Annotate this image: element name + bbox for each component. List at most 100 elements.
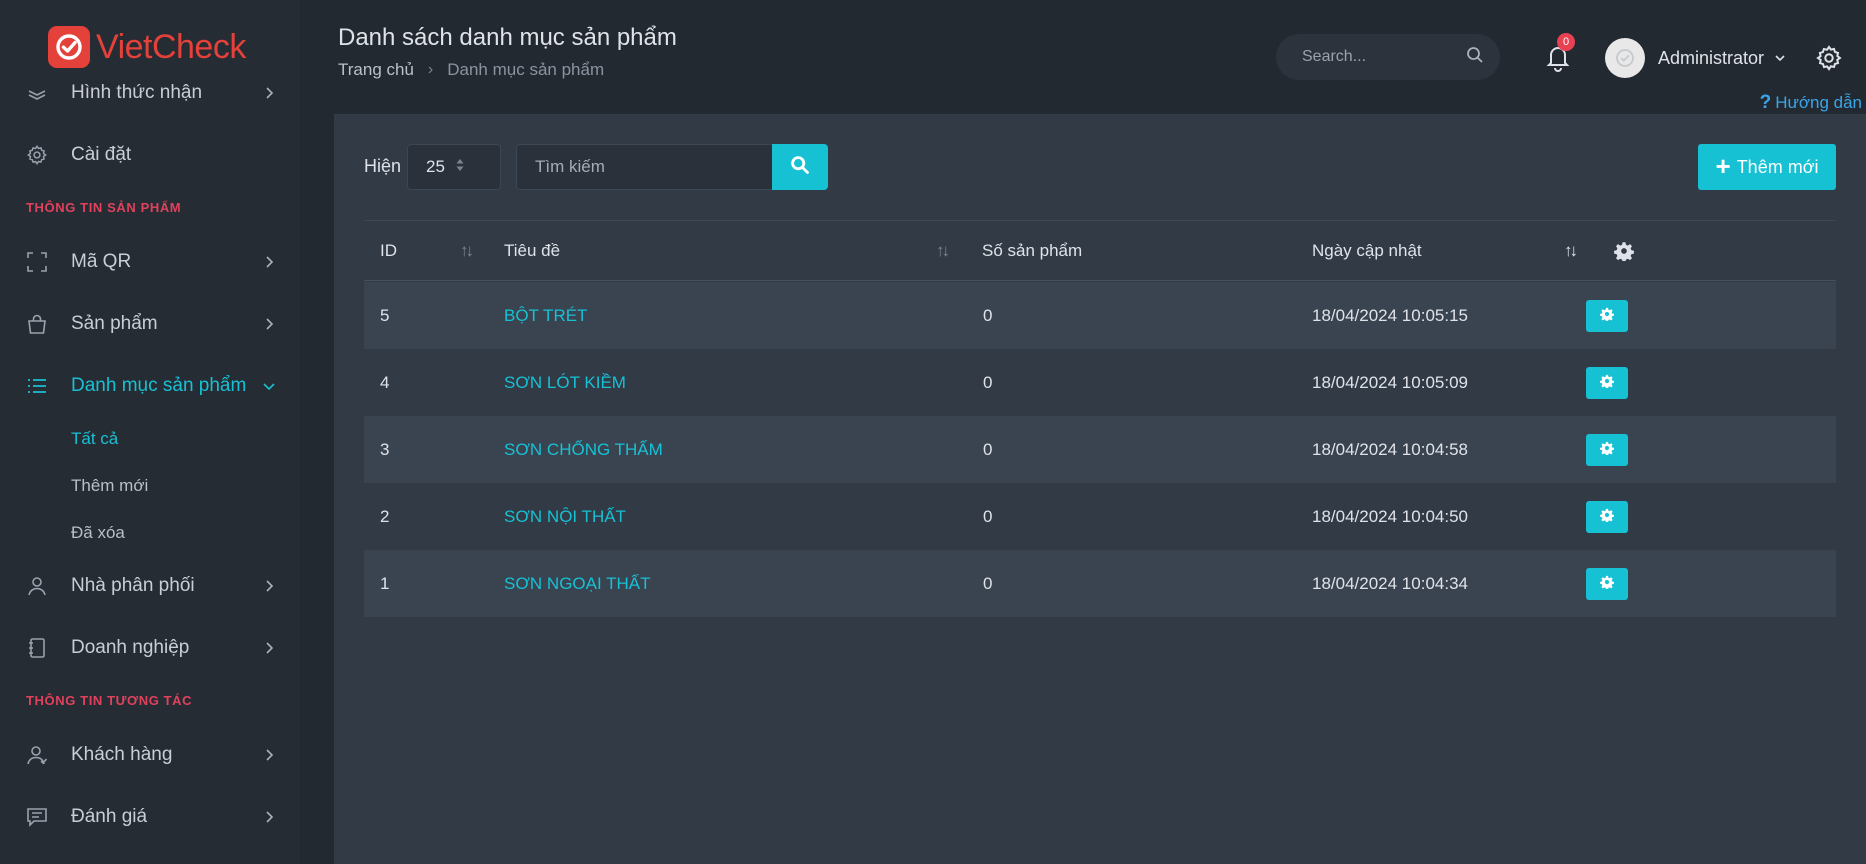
sort-icon[interactable]: ↑↓	[936, 221, 950, 281]
plus-icon: +	[1715, 151, 1731, 181]
avatar	[1605, 38, 1645, 78]
sidebar-item-label: Doanh nghiệp	[71, 637, 190, 658]
cell-title-link[interactable]: SƠN NỘI THẤT	[504, 483, 626, 550]
gear-icon	[1600, 508, 1614, 527]
row-actions-button[interactable]	[1586, 300, 1628, 332]
content-panel: Hiện 25 + Thêm mới ID ↑↓ Tiêu đề ↑↓ Số s…	[334, 114, 1866, 864]
user-menu[interactable]: Administrator	[1605, 38, 1786, 78]
gear-icon	[1600, 374, 1614, 393]
chevron-down-icon	[262, 376, 276, 396]
sidebar-item-label: Danh mục sản phẩm	[71, 375, 247, 396]
brand-name: VietCheck	[96, 27, 246, 66]
chevron-right-icon	[262, 314, 276, 334]
notification-badge: 0	[1557, 33, 1575, 51]
sidebar-item-danh-gia[interactable]: Đánh giá	[26, 797, 276, 837]
sidebar-item-label: Hình thức nhận	[71, 82, 203, 103]
cell-updated: 18/04/2024 10:04:34	[1312, 573, 1468, 593]
submenu-add-new[interactable]: Thêm mới	[71, 476, 148, 496]
table-header: ID ↑↓ Tiêu đề ↑↓ Số sản phẩm Ngày cập nh…	[364, 221, 1836, 281]
cell-title-link[interactable]: SƠN NGOẠI THẤT	[504, 550, 651, 617]
global-search-input[interactable]	[1302, 48, 1466, 66]
vietcheck-logo[interactable]: VietCheck	[48, 26, 246, 68]
settings-gear-icon[interactable]	[1815, 44, 1843, 72]
sidebar-item-label: Cài đặt	[71, 144, 132, 165]
sort-icon[interactable]: ↑↓	[460, 221, 474, 281]
sidebar-item-san-pham[interactable]: Sản phẩm	[26, 304, 276, 344]
row-actions-button[interactable]	[1586, 434, 1628, 466]
sort-active-icon[interactable]: ↑↓	[1564, 221, 1578, 281]
chevron-right-icon	[262, 83, 276, 103]
row-actions-button[interactable]	[1586, 367, 1628, 399]
qr-scan-icon	[26, 250, 56, 274]
sort-caret-icon	[455, 157, 484, 177]
cell-updated: 18/04/2024 10:05:09	[1312, 372, 1468, 392]
search-icon[interactable]	[1466, 46, 1484, 69]
sidebar-item-ma-qr[interactable]: Mã QR	[26, 242, 276, 282]
section-interaction-info: THÔNG TIN TƯƠNG TÁC	[26, 693, 193, 708]
table-row: 1 SƠN NGOẠI THẤT 0 18/04/2024 10:04:34	[364, 550, 1836, 617]
table-row: 3 SƠN CHỐNG THẤM 0 18/04/2024 10:04:58	[364, 416, 1836, 483]
sidebar: VietCheck Hình thức nhận Cài đặt THÔNG T…	[0, 0, 300, 864]
gear-icon	[1600, 441, 1614, 460]
chevron-right-icon	[262, 252, 276, 272]
sidebar-item-cai-dat[interactable]: Cài đặt	[26, 135, 276, 175]
keyword-search-button[interactable]	[772, 144, 828, 190]
help-label: Hướng dẫn	[1775, 93, 1862, 112]
list-icon	[26, 374, 56, 398]
global-search	[1276, 34, 1500, 80]
sidebar-item-nha-phan-phoi[interactable]: Nhà phân phối	[26, 566, 276, 606]
submenu-all[interactable]: Tất cả	[71, 429, 118, 449]
submenu-deleted[interactable]: Đã xóa	[71, 523, 125, 543]
cell-updated: 18/04/2024 10:04:58	[1312, 439, 1468, 459]
column-settings-gear-icon[interactable]	[1604, 221, 1644, 281]
question-icon: ?	[1759, 92, 1772, 113]
sidebar-item-danh-muc-san-pham[interactable]: Danh mục sản phẩm	[26, 366, 276, 406]
cell-count: 0	[983, 506, 993, 526]
cell-title-link[interactable]: SƠN LÓT KIỀM	[504, 349, 626, 416]
sidebar-item-doanh-nghiep[interactable]: Doanh nghiệp	[26, 628, 276, 668]
cell-updated: 18/04/2024 10:05:15	[1312, 305, 1468, 325]
section-product-info: THÔNG TIN SẢN PHẨM	[26, 200, 182, 215]
gear-icon	[1600, 307, 1614, 326]
breadcrumb-current: Danh mục sản phẩm	[447, 60, 605, 79]
cell-id: 5	[380, 305, 390, 325]
chevron-right-icon	[262, 807, 276, 827]
notebook-icon	[26, 636, 56, 660]
column-header-title[interactable]: Tiêu đề	[504, 221, 560, 281]
cell-id: 4	[380, 372, 390, 392]
cell-count: 0	[983, 439, 993, 459]
cell-title-link[interactable]: BỘT TRÉT	[504, 282, 587, 349]
table-row: 4 SƠN LÓT KIỀM 0 18/04/2024 10:05:09	[364, 349, 1836, 416]
page-size-select[interactable]: 25	[407, 144, 501, 190]
cell-id: 3	[380, 439, 390, 459]
column-header-id[interactable]: ID	[380, 221, 397, 281]
sidebar-item-hinh-thuc-nhan[interactable]: Hình thức nhận	[26, 73, 276, 113]
sidebar-item-label: Khách hàng	[71, 744, 173, 765]
breadcrumb-separator-icon: ›	[427, 61, 434, 78]
keyword-search-input[interactable]	[535, 145, 756, 189]
page-size-value: 25	[426, 157, 445, 176]
chevron-right-icon	[262, 638, 276, 658]
row-actions-button[interactable]	[1586, 568, 1628, 600]
cell-count: 0	[983, 573, 993, 593]
search-icon	[790, 155, 810, 180]
breadcrumb-home[interactable]: Trang chủ	[338, 60, 414, 80]
chevron-down-icon	[1774, 49, 1786, 67]
column-header-updated[interactable]: Ngày cập nhật	[1312, 221, 1422, 281]
keyword-search	[516, 144, 774, 190]
chevron-right-icon	[262, 576, 276, 596]
add-new-label: Thêm mới	[1736, 156, 1819, 177]
gear-icon	[26, 143, 56, 167]
cell-updated: 18/04/2024 10:04:50	[1312, 506, 1468, 526]
cell-title-link[interactable]: SƠN CHỐNG THẤM	[504, 416, 663, 483]
cell-id: 2	[380, 506, 390, 526]
help-link[interactable]: ? Hướng dẫn	[1760, 92, 1862, 114]
user-name: Administrator	[1658, 47, 1765, 68]
layers-icon	[26, 81, 56, 105]
add-new-button[interactable]: + Thêm mới	[1698, 144, 1836, 190]
user-icon	[26, 574, 56, 598]
sidebar-item-khach-hang[interactable]: Khách hàng	[26, 735, 276, 775]
page-title: Danh sách danh mục sản phẩm	[338, 24, 677, 51]
row-actions-button[interactable]	[1586, 501, 1628, 533]
table-row: 5 BỘT TRÉT 0 18/04/2024 10:05:15	[364, 282, 1836, 349]
